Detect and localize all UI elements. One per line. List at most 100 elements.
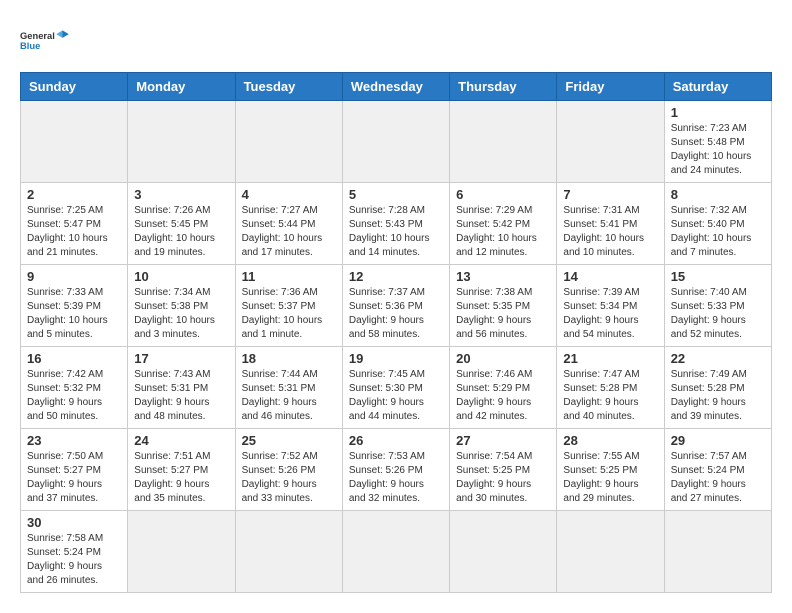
calendar-day — [664, 511, 771, 593]
day-info: Sunrise: 7:50 AM Sunset: 5:27 PM Dayligh… — [27, 450, 121, 506]
calendar-day: 15Sunrise: 7:40 AM Sunset: 5:33 PM Dayli… — [664, 265, 771, 347]
day-number: 11 — [242, 269, 336, 284]
day-info: Sunrise: 7:47 AM Sunset: 5:28 PM Dayligh… — [563, 368, 657, 424]
calendar-day: 11Sunrise: 7:36 AM Sunset: 5:37 PM Dayli… — [235, 265, 342, 347]
calendar-day — [128, 101, 235, 183]
calendar-week-4: 23Sunrise: 7:50 AM Sunset: 5:27 PM Dayli… — [21, 429, 772, 511]
calendar-day: 18 Sunrise: 7:44 AM Sunset: 5:31 PM Dayli… — [235, 347, 342, 429]
calendar-week-2: 9Sunrise: 7:33 AM Sunset: 5:39 PM Daylig… — [21, 265, 772, 347]
header: General Blue — [20, 20, 772, 62]
day-number: 12 — [349, 269, 443, 284]
day-info: Sunrise: 7:53 AM Sunset: 5:26 PM Dayligh… — [349, 450, 443, 506]
calendar-day: 4Sunrise: 7:27 AM Sunset: 5:44 PM Daylig… — [235, 183, 342, 265]
day-info: Sunrise: 7:37 AM Sunset: 5:36 PM Dayligh… — [349, 286, 443, 342]
weekday-header-friday: Friday — [557, 73, 664, 101]
day-info: Sunrise: 7:26 AM Sunset: 5:45 PM Dayligh… — [134, 204, 228, 260]
day-number: 7 — [563, 187, 657, 202]
day-number: 3 — [134, 187, 228, 202]
calendar-day: 20 Sunrise: 7:46 AM Sunset: 5:29 PM Dayli… — [450, 347, 557, 429]
calendar-day: 7 Sunrise: 7:31 AM Sunset: 5:41 PM Daylig… — [557, 183, 664, 265]
calendar-day: 23Sunrise: 7:50 AM Sunset: 5:27 PM Dayli… — [21, 429, 128, 511]
calendar-day: 24Sunrise: 7:51 AM Sunset: 5:27 PM Dayli… — [128, 429, 235, 511]
calendar-day — [21, 101, 128, 183]
calendar-day: 8 Sunrise: 7:32 AM Sunset: 5:40 PM Daylig… — [664, 183, 771, 265]
svg-text:Blue: Blue — [20, 41, 40, 51]
calendar-day — [235, 101, 342, 183]
day-number: 13 — [456, 269, 550, 284]
calendar-day — [557, 511, 664, 593]
calendar-week-0: 1 Sunrise: 7:23 AM Sunset: 5:48 PM Daylig… — [21, 101, 772, 183]
day-number: 4 — [242, 187, 336, 202]
day-info: Sunrise: 7:40 AM Sunset: 5:33 PM Dayligh… — [671, 286, 765, 342]
day-number: 6 — [456, 187, 550, 202]
day-number: 24 — [134, 433, 228, 448]
calendar-day: 25Sunrise: 7:52 AM Sunset: 5:26 PM Dayli… — [235, 429, 342, 511]
day-info: Sunrise: 7:25 AM Sunset: 5:47 PM Dayligh… — [27, 204, 121, 260]
day-info: Sunrise: 7:38 AM Sunset: 5:35 PM Dayligh… — [456, 286, 550, 342]
calendar-day: 22Sunrise: 7:49 AM Sunset: 5:28 PM Dayli… — [664, 347, 771, 429]
day-number: 26 — [349, 433, 443, 448]
calendar-day: 9Sunrise: 7:33 AM Sunset: 5:39 PM Daylig… — [21, 265, 128, 347]
day-number: 20 — [456, 351, 550, 366]
day-info: Sunrise: 7:34 AM Sunset: 5:38 PM Dayligh… — [134, 286, 228, 342]
day-number: 2 — [27, 187, 121, 202]
day-number: 29 — [671, 433, 765, 448]
calendar-day: 28 Sunrise: 7:55 AM Sunset: 5:25 PM Dayli… — [557, 429, 664, 511]
day-number: 17 — [134, 351, 228, 366]
calendar-day: 3 Sunrise: 7:26 AM Sunset: 5:45 PM Daylig… — [128, 183, 235, 265]
calendar-day: 26 Sunrise: 7:53 AM Sunset: 5:26 PM Dayli… — [342, 429, 449, 511]
day-number: 18 — [242, 351, 336, 366]
day-number: 28 — [563, 433, 657, 448]
calendar-week-1: 2 Sunrise: 7:25 AM Sunset: 5:47 PM Daylig… — [21, 183, 772, 265]
weekday-header-saturday: Saturday — [664, 73, 771, 101]
day-number: 22 — [671, 351, 765, 366]
weekday-header-monday: Monday — [128, 73, 235, 101]
day-info: Sunrise: 7:42 AM Sunset: 5:32 PM Dayligh… — [27, 368, 121, 424]
calendar-day: 1 Sunrise: 7:23 AM Sunset: 5:48 PM Daylig… — [664, 101, 771, 183]
calendar-day: 10 Sunrise: 7:34 AM Sunset: 5:38 PM Dayli… — [128, 265, 235, 347]
calendar-day: 6Sunrise: 7:29 AM Sunset: 5:42 PM Daylig… — [450, 183, 557, 265]
day-info: Sunrise: 7:44 AM Sunset: 5:31 PM Dayligh… — [242, 368, 336, 424]
day-info: Sunrise: 7:23 AM Sunset: 5:48 PM Dayligh… — [671, 122, 765, 178]
day-number: 10 — [134, 269, 228, 284]
calendar-week-5: 30Sunrise: 7:58 AM Sunset: 5:24 PM Dayli… — [21, 511, 772, 593]
day-info: Sunrise: 7:31 AM Sunset: 5:41 PM Dayligh… — [563, 204, 657, 260]
calendar-day — [342, 101, 449, 183]
weekday-header-sunday: Sunday — [21, 73, 128, 101]
day-number: 5 — [349, 187, 443, 202]
day-info: Sunrise: 7:55 AM Sunset: 5:25 PM Dayligh… — [563, 450, 657, 506]
calendar-day: 30Sunrise: 7:58 AM Sunset: 5:24 PM Dayli… — [21, 511, 128, 593]
calendar-day: 17Sunrise: 7:43 AM Sunset: 5:31 PM Dayli… — [128, 347, 235, 429]
day-number: 19 — [349, 351, 443, 366]
calendar-day — [450, 511, 557, 593]
day-info: Sunrise: 7:46 AM Sunset: 5:29 PM Dayligh… — [456, 368, 550, 424]
day-number: 8 — [671, 187, 765, 202]
logo-svg: General Blue — [20, 20, 70, 62]
logo: General Blue — [20, 20, 70, 62]
calendar-day: 13 Sunrise: 7:38 AM Sunset: 5:35 PM Dayli… — [450, 265, 557, 347]
calendar-day: 12 Sunrise: 7:37 AM Sunset: 5:36 PM Dayli… — [342, 265, 449, 347]
weekday-header-row: SundayMondayTuesdayWednesdayThursdayFrid… — [21, 73, 772, 101]
day-number: 21 — [563, 351, 657, 366]
calendar-day: 29 Sunrise: 7:57 AM Sunset: 5:24 PM Dayli… — [664, 429, 771, 511]
calendar-day — [128, 511, 235, 593]
day-info: Sunrise: 7:32 AM Sunset: 5:40 PM Dayligh… — [671, 204, 765, 260]
calendar-day — [342, 511, 449, 593]
calendar-day: 21 Sunrise: 7:47 AM Sunset: 5:28 PM Dayli… — [557, 347, 664, 429]
weekday-header-thursday: Thursday — [450, 73, 557, 101]
day-info: Sunrise: 7:57 AM Sunset: 5:24 PM Dayligh… — [671, 450, 765, 506]
calendar-day: 16Sunrise: 7:42 AM Sunset: 5:32 PM Dayli… — [21, 347, 128, 429]
weekday-header-wednesday: Wednesday — [342, 73, 449, 101]
day-info: Sunrise: 7:39 AM Sunset: 5:34 PM Dayligh… — [563, 286, 657, 342]
calendar: SundayMondayTuesdayWednesdayThursdayFrid… — [20, 72, 772, 593]
day-number: 30 — [27, 515, 121, 530]
calendar-day: 5Sunrise: 7:28 AM Sunset: 5:43 PM Daylig… — [342, 183, 449, 265]
day-info: Sunrise: 7:33 AM Sunset: 5:39 PM Dayligh… — [27, 286, 121, 342]
day-number: 25 — [242, 433, 336, 448]
calendar-day: 2 Sunrise: 7:25 AM Sunset: 5:47 PM Daylig… — [21, 183, 128, 265]
calendar-day: 27Sunrise: 7:54 AM Sunset: 5:25 PM Dayli… — [450, 429, 557, 511]
calendar-week-3: 16Sunrise: 7:42 AM Sunset: 5:32 PM Dayli… — [21, 347, 772, 429]
day-number: 14 — [563, 269, 657, 284]
calendar-day: 14 Sunrise: 7:39 AM Sunset: 5:34 PM Dayli… — [557, 265, 664, 347]
day-number: 1 — [671, 105, 765, 120]
